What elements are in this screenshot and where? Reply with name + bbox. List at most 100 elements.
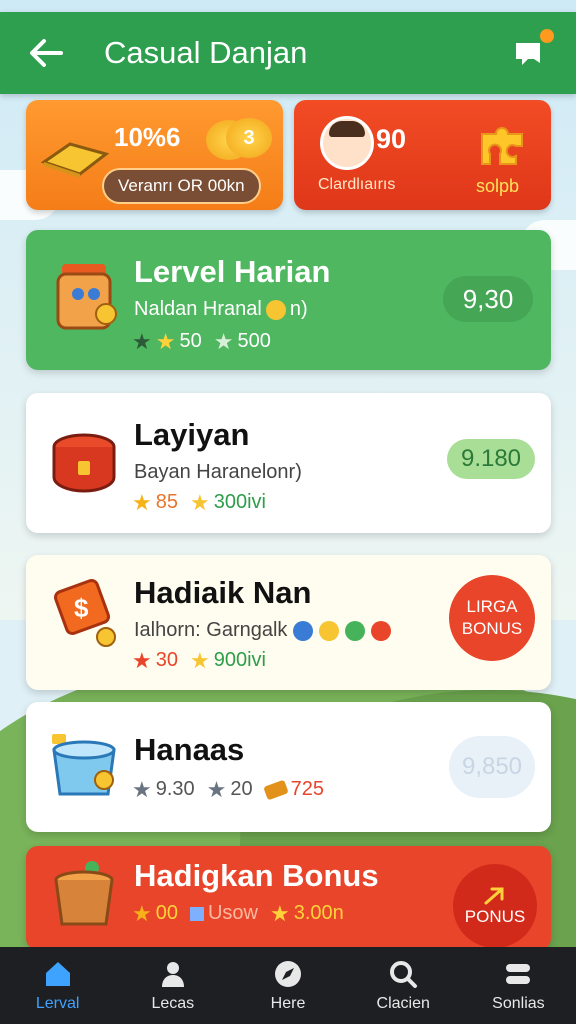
nav-label: Sonlias	[492, 994, 545, 1012]
star-icon: ★	[132, 900, 152, 926]
card-title: Layiyan	[134, 417, 250, 452]
card-stats: ★ 00 Usow ★ 3.00n	[132, 902, 344, 925]
card-stats: ★ 85 ★ 300ivi	[132, 491, 266, 514]
card-title: Hanaas	[134, 732, 245, 767]
nav-item-here[interactable]: Here	[230, 947, 345, 1024]
search-icon	[390, 960, 418, 988]
stat-value: 85	[155, 491, 178, 513]
star-icon: ★	[132, 489, 152, 515]
card-subtitle-tail: n)	[289, 298, 308, 320]
progress-percent: 10%6	[114, 122, 181, 152]
stat-value: 50	[179, 330, 202, 352]
gem-icon	[319, 620, 340, 641]
progress-stat-card[interactable]: 10%6 3 Veranrı OR 00kn	[26, 100, 283, 210]
player-stat-card[interactable]: 90 Clardlıaırıs solpb	[294, 100, 551, 210]
gem-icon	[371, 620, 392, 641]
bonus-badge-label: PONUS	[464, 907, 526, 926]
player-stat-secondary: solpb	[476, 176, 520, 196]
stat-value: 725	[290, 778, 325, 800]
bonus-badge[interactable]: PONUS	[453, 864, 537, 948]
star-icon: ★	[132, 328, 152, 354]
star-icon: ★	[155, 328, 176, 354]
progress-pill: Veranrı OR 00kn	[102, 168, 261, 204]
list-item[interactable]: Layiyan Bayan Haranelonr) ★ 85 ★ 300ivi 9.…	[26, 393, 551, 533]
arrow-up-right-icon	[484, 887, 504, 905]
chest-icon	[52, 433, 116, 493]
list-item[interactable]: $ Hadiaik Nan Ialhorn: Garngalk ★ 30 ★ 900…	[26, 555, 551, 690]
bonus-badge-top: LIRGA	[466, 596, 518, 616]
star-icon: ★	[189, 647, 210, 673]
page-title: Casual Danjan	[104, 35, 308, 70]
stat-value: 3.00n	[293, 902, 344, 924]
list-item[interactable]: Hadigkan Bonus ★ 00 Usow ★ 3.00n PONUS	[26, 846, 551, 950]
score-value: 9,850	[461, 753, 523, 780]
bonus-badge[interactable]: LIRGA BONUS	[449, 575, 535, 661]
score-badge: 9,30	[443, 276, 533, 322]
card-subtitle: Bayan Haranelonr)	[134, 461, 302, 483]
card-subtitle: Naldan Hranal n)	[134, 298, 308, 321]
nav-label: Clacien	[376, 994, 430, 1012]
nav-label: Lerval	[35, 994, 80, 1012]
star-icon: ★	[206, 776, 227, 802]
star-icon: ★	[132, 647, 152, 673]
dollar-sign-icon: $	[53, 578, 116, 647]
card-subtitle: Ialhorn: Garngalk	[134, 619, 392, 642]
nav-item-sonlias[interactable]: Sonlias	[461, 947, 576, 1024]
player-stat-label: Clardlıaırıs	[318, 176, 396, 193]
menu-icon	[506, 963, 531, 984]
star-icon: ★	[189, 489, 210, 515]
gem-icon	[293, 620, 314, 641]
nav-item-clacien[interactable]: Clacien	[346, 947, 461, 1024]
coin-icon: 3	[226, 118, 272, 158]
bottom-nav: Lerval Lecas Here Clacien Sonlias	[0, 947, 576, 1024]
stat-value: 00	[155, 902, 178, 924]
stat-value: 500	[237, 330, 271, 352]
list-item[interactable]: Lervel Harian Naldan Hranal n) ★ ★ 50 ★ 500…	[26, 230, 551, 370]
star-icon: ★	[213, 328, 234, 354]
arrow-left-icon[interactable]	[24, 31, 68, 75]
stat-value: 300ivi	[213, 491, 266, 513]
nav-item-lerval[interactable]: Lerval	[0, 947, 115, 1024]
notification-dot	[540, 29, 554, 43]
gem-icon	[345, 620, 366, 641]
compass-icon	[275, 960, 301, 987]
stat-value: 9.30	[155, 778, 195, 800]
card-title: Lervel Harian	[134, 254, 331, 289]
svg-text:$: $	[74, 593, 89, 623]
gold-bar-icon	[262, 779, 289, 800]
stat-value: 900ivi	[213, 649, 266, 671]
card-subtitle-text: Ialhorn: Garngalk	[134, 619, 288, 641]
score-value: 9.180	[460, 445, 522, 472]
stat-value: 30	[155, 649, 178, 671]
coin-label: 3	[243, 126, 255, 149]
score-value: 9,30	[462, 283, 514, 314]
star-icon: ★	[132, 776, 152, 802]
avatar	[320, 116, 374, 170]
score-badge: 9.180	[447, 439, 535, 479]
stat-value: 20	[230, 778, 253, 800]
jar-icon	[56, 264, 117, 330]
person-icon	[161, 961, 184, 987]
nav-label: Lecas	[151, 994, 195, 1012]
puzzle-icon	[481, 127, 523, 165]
bell-icon[interactable]	[512, 29, 554, 73]
home-icon	[45, 961, 70, 986]
chart-icon	[189, 906, 204, 921]
card-stats: ★ 30 ★ 900ivi	[132, 649, 266, 672]
card-subtitle-text: Naldan Hranal	[134, 298, 262, 320]
star-icon: ★	[270, 900, 290, 926]
coin-icon	[265, 299, 286, 320]
card-stats: ★ ★ 50 ★ 500	[132, 330, 271, 353]
nav-label: Here	[270, 994, 306, 1012]
bucket-icon	[52, 734, 116, 796]
flower-pot-icon	[54, 861, 114, 926]
bonus-badge-bottom: BONUS	[461, 619, 523, 638]
score-badge: 9,850	[449, 736, 535, 798]
list-item[interactable]: Hanaas ★ 9.30 ★ 20 725 9,850	[26, 702, 551, 832]
gold-bar-icon	[40, 142, 110, 178]
card-title: Hadiaik Nan	[134, 575, 312, 610]
card-title: Hadigkan Bonus	[134, 858, 379, 893]
nav-item-lecas[interactable]: Lecas	[115, 947, 230, 1024]
stat-value: Usow	[207, 902, 258, 924]
app-bar: Casual Danjan	[0, 12, 576, 94]
